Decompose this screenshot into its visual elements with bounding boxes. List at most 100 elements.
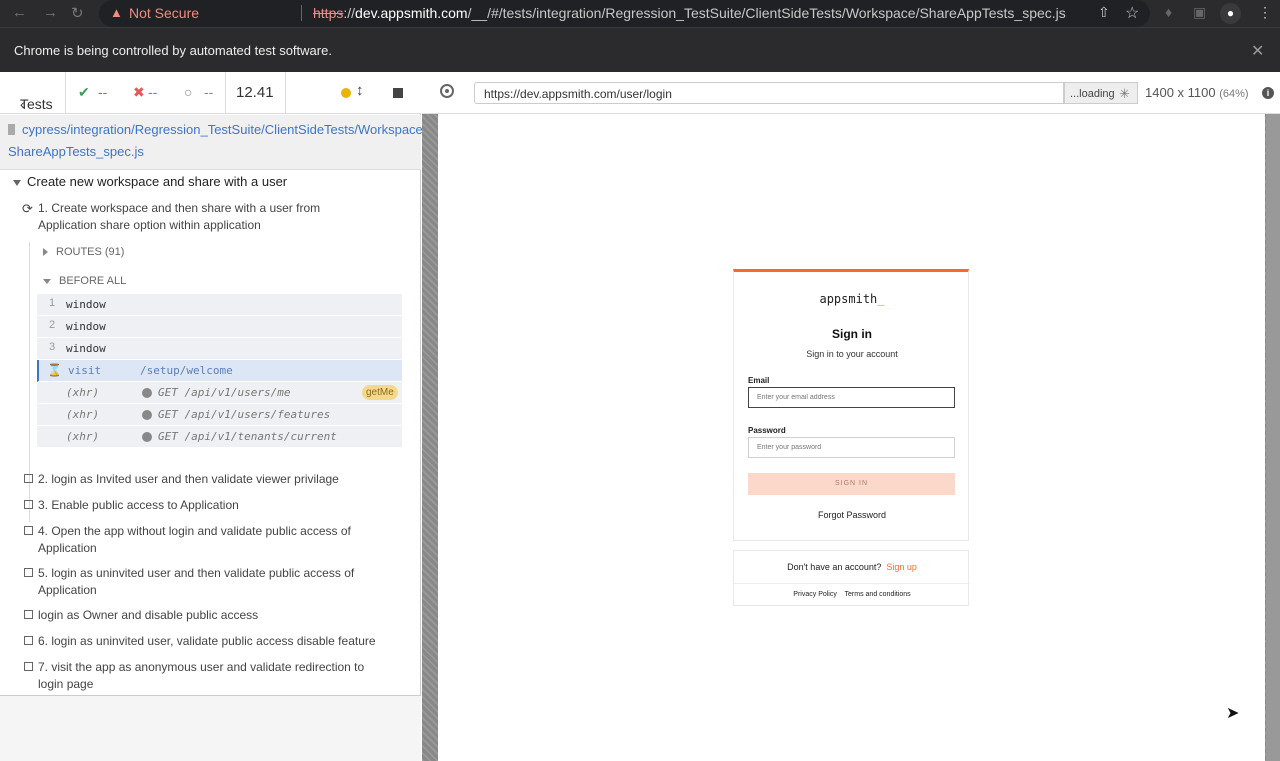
forgot-password-link[interactable]: Forgot Password [734,510,970,520]
password-field[interactable] [748,437,955,458]
command-row[interactable]: (xhr) GET /api/v1/users/features [37,404,402,426]
terms-link[interactable]: Terms and conditions [845,591,911,598]
extensions-icon[interactable]: ♦ [1165,4,1172,20]
spec-path-line1[interactable]: cypress/integration/Regression_TestSuite… [22,122,426,137]
aut-header: https://dev.appsmith.com/user/login ...l… [422,72,1280,114]
close-icon[interactable]: ✕ [1251,41,1264,61]
command-name: visit [68,364,102,377]
running-test-title: 1. Create workspace and then share with … [38,201,321,232]
command-number: 3 [49,341,56,353]
automation-infobar: Chrome is being controlled by automated … [0,27,1280,72]
command-row[interactable]: 2 window [37,316,402,338]
alias-badge: getMe [362,385,398,400]
command-name: (xhr) [66,386,100,399]
signin-subtitle: Sign in to your account [806,349,898,359]
loading-spinner-icon: ⌛ [47,363,62,377]
signup-row: Don't have an account? Sign up [734,562,970,572]
email-label: Email [748,376,770,385]
caret-down-icon [13,179,21,186]
command-name: (xhr) [66,430,100,443]
logo-underscore: _ [877,292,885,306]
logo-text: appsmith [819,292,878,306]
spec-path[interactable]: cypress/integration/Regression_TestSuite… [0,115,426,170]
test-title: 3. Enable public access to Application [38,498,239,512]
share-icon[interactable]: ⇧ [1098,4,1110,21]
bookmark-star-icon[interactable]: ☆ [1125,3,1139,23]
routes-toggle[interactable]: ROUTES (91) [43,246,124,258]
url-host: dev.appsmith.com [355,5,468,21]
pending-box-icon [24,610,33,619]
aut-url-box: https://dev.appsmith.com/user/login [474,82,1064,104]
app-under-test: appsmith_ Sign in Sign in to your accoun… [438,114,1265,761]
failed-value: -- [148,84,158,100]
spec-path-line2[interactable]: ShareAppTests_spec.js [8,144,144,159]
cypress-reporter: ‹ Tests ✔ -- ✖ -- ○ -- 12.41 ↕ cypress/inte… [0,72,426,761]
before-all-label: BEFORE ALL [59,275,127,287]
command-arg: /setup/welcome [140,364,233,377]
viewport-scale: (64%) [1219,88,1249,100]
pending-box-icon [24,568,33,577]
passed-value: -- [98,84,108,100]
auto-scroll-icon[interactable]: ↕ [356,82,364,99]
command-arg: GET /api/v1/users/me [158,386,291,399]
signin-button[interactable]: SIGN IN [748,473,955,495]
stop-icon[interactable] [393,88,403,98]
command-name: window [66,342,106,355]
suite-title[interactable]: Create new workspace and share with a us… [13,174,287,189]
sidepanel-icon[interactable]: ▣ [1193,4,1206,21]
file-icon [8,124,15,135]
url-text[interactable]: https://dev.appsmith.com/__/#/tests/inte… [313,5,1066,21]
signup-link[interactable]: Sign up [886,562,917,572]
command-row[interactable]: (xhr) GET /api/v1/tenants/current [37,426,402,448]
command-name: (xhr) [66,408,100,421]
tests-button[interactable]: ‹ Tests [0,72,66,114]
appsmith-logo: appsmith_ [734,292,970,306]
pending-count: ○ -- [171,72,226,114]
reporter-footer-space [0,695,421,761]
privacy-policy-link[interactable]: Privacy Policy [793,591,837,598]
email-field[interactable] [748,387,955,408]
pending-dot-icon [142,388,152,398]
command-row[interactable]: 3 window [37,338,402,360]
caret-down-icon [43,278,51,284]
reporter-header: ‹ Tests ✔ -- ✖ -- ○ -- 12.41 ↕ [0,72,421,114]
command-arg: GET /api/v1/tenants/current [158,430,337,443]
scrollbar[interactable] [1266,114,1280,761]
no-account-text: Don't have an account? [787,562,882,572]
pending-dot-icon [142,410,152,420]
divider [301,5,302,21]
command-arg: GET /api/v1/users/features [158,408,331,421]
command-row[interactable]: 1 window [37,294,402,316]
test-title: 4. Open the app without login and valida… [38,524,351,555]
pending-dot-icon [142,432,152,442]
routes-label: ROUTES (91) [56,246,125,258]
command-row-active[interactable]: ⌛ visit/setup/welcome [37,360,402,382]
pending-box-icon [24,500,33,509]
address-bar[interactable]: ▲ Not Secure https://dev.appsmith.com/__… [99,0,1150,27]
url-path: /__/#/tests/integration/Regression_TestS… [467,5,1066,21]
login-card: appsmith_ Sign in Sign in to your accoun… [733,269,969,541]
reload-icon[interactable]: ↻ [71,4,84,22]
infobar-message: Chrome is being controlled by automated … [14,43,332,58]
tests-label: Tests [20,96,53,112]
running-indicator-icon [341,88,351,98]
before-all-toggle[interactable]: BEFORE ALL [43,275,126,287]
selector-playground-icon[interactable] [440,84,454,98]
command-row[interactable]: (xhr) GET /api/v1/users/me getMe [37,382,402,404]
pending-box-icon [24,662,33,671]
divider [734,583,970,584]
menu-dots-icon[interactable]: ⋮ [1258,4,1272,21]
test-title: 6. login as uninvited user, validate pub… [38,634,376,648]
password-label: Password [748,426,786,435]
duration-value: 12.41 [236,84,274,101]
not-secure-label[interactable]: Not Secure [129,5,199,21]
viewport-dimensions: 1400 x 1100 [1145,85,1216,100]
forward-icon[interactable]: → [43,4,58,21]
check-icon: ✔ [78,84,90,100]
info-icon[interactable]: i [1262,87,1274,99]
footer-links: Privacy Policy Terms and conditions [734,591,970,598]
test-title: 2. login as Invited user and then valida… [38,472,339,486]
viewport-size: 1400 x 1100 (64%) [1145,85,1249,100]
back-icon[interactable]: ← [12,4,27,21]
profile-avatar-icon[interactable]: ● [1220,3,1241,24]
